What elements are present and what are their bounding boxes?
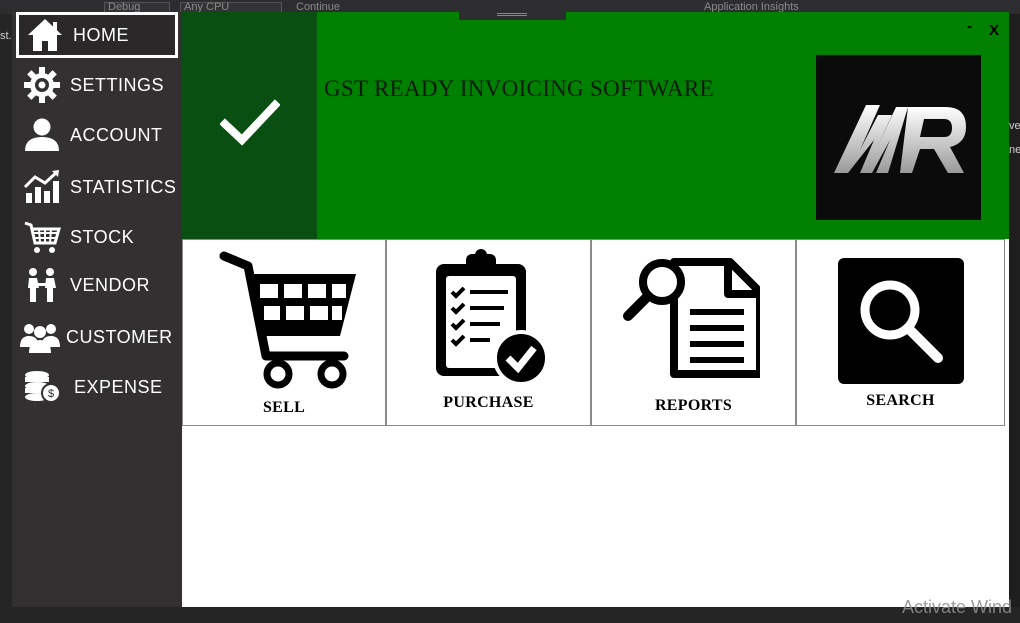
close-button[interactable]: X	[989, 22, 999, 39]
sidebar-item-home[interactable]: HOME	[16, 12, 178, 58]
sidebar: HOME SETTINGS ACCOUNT STATISTICS STOCK V…	[12, 12, 182, 607]
ide-left-text: st.	[0, 30, 12, 42]
tile-reports[interactable]: REPORTS	[591, 239, 796, 426]
sidebar-item-label: HOME	[73, 24, 129, 45]
ide-status-bar	[0, 607, 1020, 623]
drag-handle[interactable]	[459, 10, 566, 20]
sidebar-item-account[interactable]: ACCOUNT	[16, 112, 178, 158]
tile-search-label: SEARCH	[866, 392, 935, 409]
sidebar-item-settings[interactable]: SETTINGS	[16, 62, 178, 108]
svg-text:$: $	[48, 388, 54, 400]
sidebar-item-label: CUSTOMER	[66, 326, 173, 347]
magnifier-icon	[797, 258, 1004, 384]
user-icon	[22, 115, 62, 155]
tile-purchase-label: PURCHASE	[443, 394, 534, 411]
sidebar-item-label: ACCOUNT	[70, 124, 163, 145]
check-panel	[182, 12, 317, 239]
tile-sell[interactable]: SELL	[182, 239, 386, 426]
shopping-cart-icon	[183, 246, 385, 396]
sidebar-item-label: STOCK	[70, 226, 135, 247]
sidebar-item-statistics[interactable]: STATISTICS	[16, 164, 178, 210]
activation-watermark: Activate Wind	[902, 597, 1013, 617]
app-title: GST READY INVOICING SOFTWARE	[324, 76, 714, 101]
sidebar-item-label: EXPENSE	[74, 376, 163, 397]
logo: MR	[816, 55, 981, 220]
home-icon	[25, 15, 65, 55]
tile-reports-label: REPORTS	[654, 397, 733, 414]
handshake-icon	[22, 265, 62, 305]
coins-icon: $	[22, 367, 62, 407]
ide-right-text-2: ne	[1009, 144, 1020, 156]
gear-icon	[22, 65, 62, 105]
group-icon	[20, 317, 60, 357]
main-content: GST READY INVOICING SOFTWARE MR - X SELL…	[182, 10, 1009, 607]
logo-image: MR	[816, 55, 966, 173]
sidebar-item-stock[interactable]: STOCK	[16, 214, 178, 260]
sidebar-item-label: VENDOR	[70, 274, 151, 295]
app-window: HOME SETTINGS ACCOUNT STATISTICS STOCK V…	[12, 10, 1009, 607]
ide-left-panel: st.	[0, 14, 12, 623]
logo-text: MR	[816, 55, 818, 56]
sidebar-item-expense[interactable]: $ EXPENSE	[16, 364, 178, 410]
header-banner: GST READY INVOICING SOFTWARE MR - X	[182, 10, 1009, 239]
tile-purchase[interactable]: PURCHASE	[386, 239, 591, 426]
sidebar-item-label: SETTINGS	[70, 74, 165, 95]
tile-sell-label: SELL	[262, 399, 306, 416]
sidebar-item-vendor[interactable]: VENDOR	[16, 262, 178, 308]
minimize-button[interactable]: -	[967, 18, 972, 35]
sidebar-item-label: STATISTICS	[70, 176, 177, 197]
clipboard-check-icon	[387, 246, 590, 391]
sidebar-item-customer[interactable]: CUSTOMER	[16, 314, 178, 360]
checkmark-icon	[218, 98, 281, 153]
chart-icon	[22, 167, 62, 207]
tile-search[interactable]: SEARCH	[796, 239, 1005, 426]
ide-right-text-1: ve	[1009, 120, 1020, 132]
cart-icon	[22, 217, 62, 257]
document-search-icon	[592, 246, 795, 386]
ide-right-panel: ve ne	[1009, 14, 1020, 623]
